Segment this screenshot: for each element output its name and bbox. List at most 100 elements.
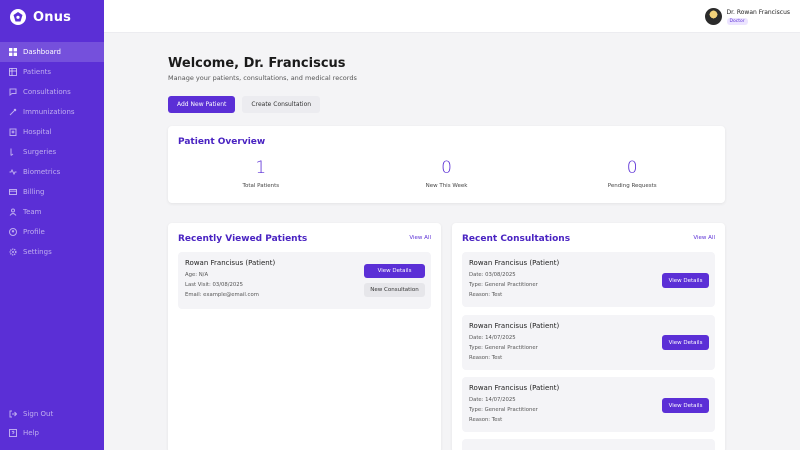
sidebar-item-profile[interactable]: Profile (0, 222, 104, 242)
add-patient-button[interactable]: Add New Patient (168, 96, 236, 113)
stat-value: 0 (626, 158, 638, 178)
consultation-patient-name: Rowan Francisus (Patient) (469, 384, 560, 392)
overview-title: Patient Overview (178, 137, 266, 147)
stat-value: 0 (441, 158, 452, 178)
consultation-reason: Reason: Test (469, 292, 503, 298)
onus-logo-icon (10, 9, 26, 25)
view-all-consultations-link[interactable]: View All (693, 235, 715, 241)
settings-icon (9, 248, 17, 256)
sidebar-item-label: Dashboard (23, 48, 61, 56)
consultation-type: Type: General Practitioner (469, 407, 538, 413)
hospital-icon (9, 128, 17, 136)
patient-age: Age: N/A (185, 272, 209, 278)
sidebar-item-consultations[interactable]: Consultations (0, 82, 104, 102)
dashboard-icon (9, 48, 17, 56)
view-details-button[interactable]: View Details (662, 335, 709, 350)
syringe-icon (9, 108, 17, 116)
top-bar: Dr. Rowan Franciscus Doctor (104, 0, 800, 33)
sidebar-item-team[interactable]: Team (0, 202, 104, 222)
recent-patients-card: Recently Viewed Patients View All Rowan … (168, 223, 441, 450)
sidebar: Onus Dashboard Patients Consultations Im… (0, 0, 104, 450)
sidebar-item-label: Surgeries (23, 148, 57, 156)
help-button[interactable]: Help (0, 423, 104, 442)
biometrics-icon (9, 168, 17, 176)
consultation-list-item[interactable]: Rowan Francisus (Patient) Date: 14/07/20… (462, 377, 715, 432)
stat-value: 1 (255, 158, 267, 178)
sidebar-item-label: Profile (23, 228, 45, 236)
consultation-date: Date: 03/08/2025 (469, 272, 516, 278)
user-menu[interactable]: Dr. Rowan Franciscus Doctor (704, 8, 791, 25)
stat-total-patients: 1 Total Patients (168, 158, 354, 189)
sidebar-item-label: Immunizations (23, 108, 75, 116)
page-subtitle: Manage your patients, consultations, and… (168, 74, 357, 82)
sidebar-item-dashboard[interactable]: Dashboard (0, 42, 104, 62)
consultation-reason: Reason: Test (469, 355, 503, 361)
new-consultation-button[interactable]: New Consultation (364, 283, 425, 297)
scalpel-icon (9, 148, 17, 156)
view-all-patients-link[interactable]: View All (409, 235, 431, 241)
view-details-button[interactable]: View Details (662, 273, 709, 288)
sidebar-item-label: Hospital (23, 128, 52, 136)
team-icon (9, 208, 17, 216)
stat-pending-requests: 0 Pending Requests (539, 158, 725, 189)
user-name: Dr. Rowan Franciscus (726, 8, 791, 16)
sidebar-item-settings[interactable]: Settings (0, 242, 104, 262)
sidebar-nav: Dashboard Patients Consultations Immuniz… (0, 42, 104, 262)
brand[interactable]: Onus (0, 0, 104, 34)
billing-icon (9, 188, 17, 196)
stat-label: Total Patients (242, 183, 280, 189)
patient-list-item[interactable]: Rowan Francisus (Patient) Age: N/A Last … (178, 252, 431, 309)
stat-label: New This Week (425, 183, 468, 189)
consultation-type: Type: General Practitioner (469, 345, 538, 351)
consultation-patient-name: Rowan Francisus (Patient) (469, 322, 560, 330)
consultation-date: Date: 14/07/2025 (469, 397, 516, 403)
sidebar-item-label: Billing (23, 188, 45, 196)
role-badge: Doctor (726, 17, 748, 25)
sidebar-bottom-nav: Sign Out Help (0, 404, 104, 442)
sidebar-item-label: Patients (23, 68, 52, 76)
avatar (704, 8, 722, 25)
consultations-icon (9, 88, 17, 96)
patient-last-visit: Last Visit: 03/08/2025 (185, 282, 244, 288)
patient-email: Email: example@email.com (185, 292, 259, 298)
recent-patients-title: Recently Viewed Patients (178, 234, 308, 244)
recent-consultations-title: Recent Consultations (462, 234, 571, 244)
sidebar-item-label: Sign Out (23, 409, 54, 418)
consultation-date: Date: 14/07/2025 (469, 335, 516, 341)
user-info: Dr. Rowan Franciscus Doctor (726, 8, 791, 25)
sidebar-item-surgeries[interactable]: Surgeries (0, 142, 104, 162)
sidebar-item-immunizations[interactable]: Immunizations (0, 102, 104, 122)
view-details-button[interactable]: View Details (364, 264, 425, 278)
consultation-patient-name: Rowan Francisus (Patient) (469, 259, 560, 267)
create-consultation-button[interactable]: Create Consultation (242, 96, 321, 113)
recent-consultations-card: Recent Consultations View All Rowan Fran… (452, 223, 725, 450)
patient-name: Rowan Francisus (Patient) (185, 259, 276, 267)
sidebar-item-biometrics[interactable]: Biometrics (0, 162, 104, 182)
patient-overview-card: Patient Overview 1 Total Patients 0 New … (168, 126, 725, 203)
overview-stats: 1 Total Patients 0 New This Week 0 Pendi… (168, 158, 725, 189)
consultation-list-item[interactable]: Rowan Francisus (Patient) Date: 14/07/20… (462, 315, 715, 370)
brand-name: Onus (33, 9, 72, 25)
consultation-list-item[interactable] (462, 439, 715, 450)
consultation-type: Type: General Practitioner (469, 282, 538, 288)
sign-out-button[interactable]: Sign Out (0, 404, 104, 423)
patients-icon (9, 68, 17, 76)
sidebar-item-label: Team (23, 208, 42, 216)
consultation-list-item[interactable]: Rowan Francisus (Patient) Date: 03/08/20… (462, 252, 715, 307)
action-bar: Add New Patient Create Consultation (168, 96, 321, 113)
sign-out-icon (9, 410, 17, 418)
sidebar-item-patients[interactable]: Patients (0, 62, 104, 82)
sidebar-item-label: Consultations (23, 88, 71, 96)
help-icon (9, 428, 17, 437)
view-details-button[interactable]: View Details (662, 398, 709, 413)
sidebar-item-billing[interactable]: Billing (0, 182, 104, 202)
profile-icon (9, 228, 17, 236)
consultation-reason: Reason: Test (469, 417, 503, 423)
page-title: Welcome, Dr. Franciscus (168, 56, 346, 71)
stat-label: Pending Requests (607, 183, 657, 189)
sidebar-item-hospital[interactable]: Hospital (0, 122, 104, 142)
sidebar-item-label: Biometrics (23, 168, 61, 176)
stat-new-this-week: 0 New This Week (354, 158, 540, 189)
sidebar-item-label: Help (23, 428, 39, 437)
sidebar-item-label: Settings (23, 248, 52, 256)
